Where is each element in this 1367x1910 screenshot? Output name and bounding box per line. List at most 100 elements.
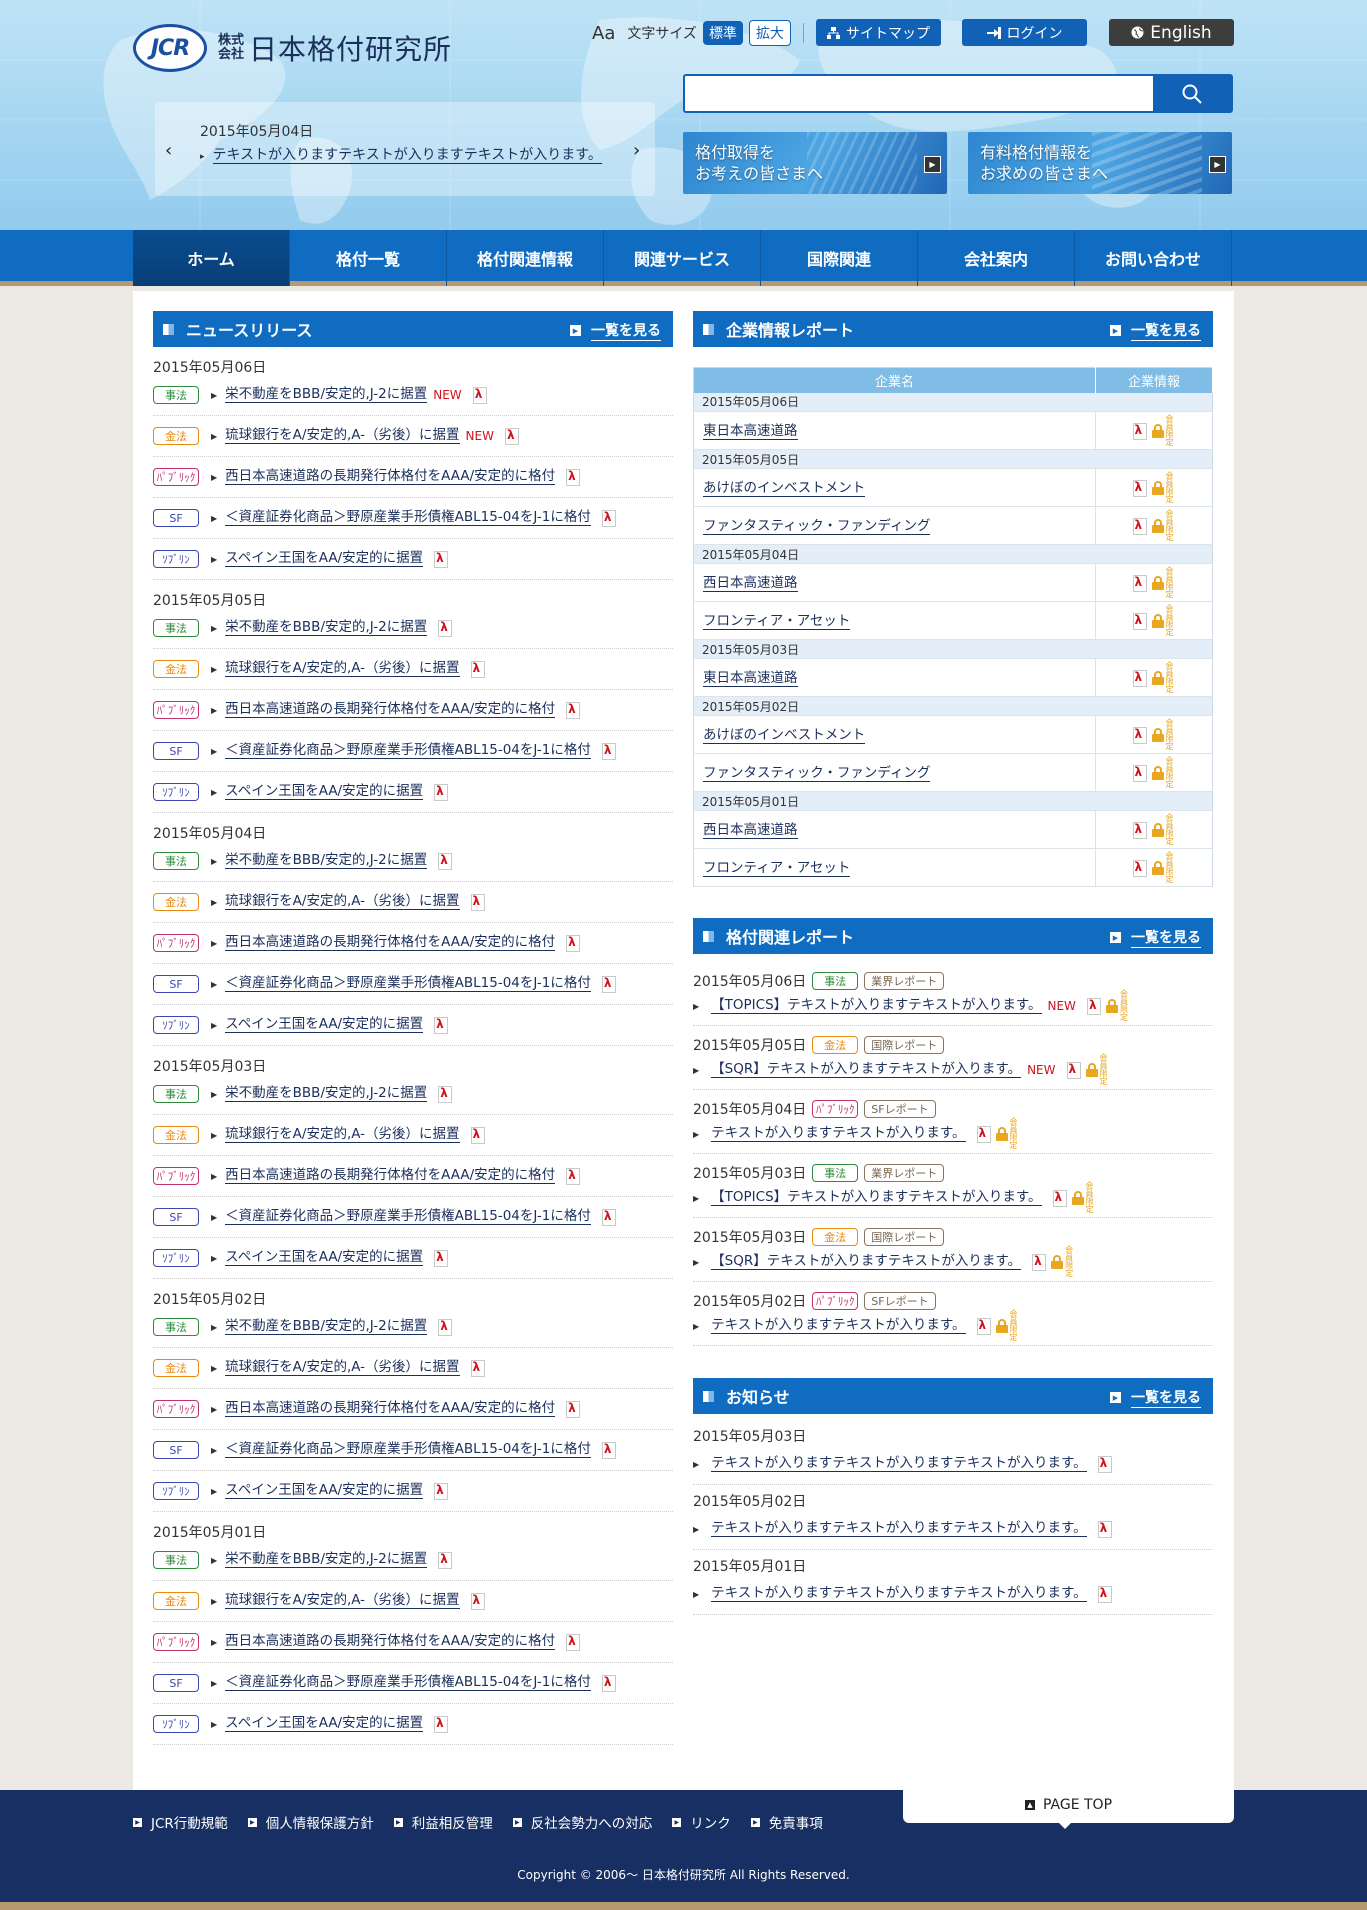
news-link[interactable]: ＜資産証券化商品＞野原産業手形債権ABL15-04をJ-1に格付 bbox=[225, 743, 591, 759]
news-link[interactable]: スペイン王国をAA/安定的に据置 bbox=[225, 551, 424, 567]
site-logo[interactable]: JCR 株式会社 日本格付研究所 bbox=[133, 24, 452, 72]
font-standard-button[interactable]: 標準 bbox=[702, 21, 743, 45]
news-link[interactable]: スペイン王国をAA/安定的に据置 bbox=[225, 1716, 424, 1732]
pdf-icon[interactable] bbox=[433, 784, 449, 801]
news-link[interactable]: ＜資産証券化商品＞野原産業手形債権ABL15-04をJ-1に格付 bbox=[225, 1209, 591, 1225]
pdf-icon[interactable] bbox=[601, 1442, 616, 1459]
pdf-icon[interactable] bbox=[1086, 998, 1101, 1015]
news-link[interactable]: 西日本高速道路の長期発行体格付をAAA/安定的に格付 bbox=[225, 1634, 556, 1650]
pdf-icon[interactable] bbox=[470, 1593, 485, 1610]
footer-link[interactable]: ▶ 反社会勢力への対応 bbox=[512, 1812, 652, 1832]
news-link[interactable]: 西日本高速道路の長期発行体格付をAAA/安定的に格付 bbox=[225, 1401, 556, 1417]
news-link[interactable]: 琉球銀行をA/安定的,A-（劣後）に据置 bbox=[225, 1127, 460, 1143]
news-link[interactable]: 西日本高速道路の長期発行体格付をAAA/安定的に格付 bbox=[225, 1168, 556, 1184]
report-link[interactable]: 【TOPICS】テキストが入りますテキストが入ります。 bbox=[711, 998, 1042, 1014]
pdf-icon[interactable] bbox=[601, 510, 616, 527]
pdf-icon[interactable] bbox=[601, 743, 616, 760]
news-link[interactable]: 栄不動産をBBB/安定的,J-2に据置 bbox=[225, 1319, 428, 1335]
pdf-icon[interactable] bbox=[433, 551, 449, 568]
company-link[interactable]: ファンタスティック・ファンディング bbox=[703, 764, 931, 782]
nav-item-1[interactable]: 格付一覧 bbox=[290, 230, 447, 286]
nav-item-2[interactable]: 格付関連情報 bbox=[447, 230, 604, 286]
news-link[interactable]: ＜資産証券化商品＞野原産業手形債権ABL15-04をJ-1に格付 bbox=[225, 1675, 591, 1691]
news-link[interactable]: ＜資産証券化商品＞野原産業手形債権ABL15-04をJ-1に格付 bbox=[225, 976, 591, 992]
news-link[interactable]: 西日本高速道路の長期発行体格付をAAA/安定的に格付 bbox=[225, 702, 556, 718]
news-link[interactable]: スペイン王国をAA/安定的に据置 bbox=[225, 784, 424, 800]
nav-item-4[interactable]: 国際関連 bbox=[761, 230, 918, 286]
company-link[interactable]: 東日本高速道路 bbox=[703, 669, 798, 687]
pdf-icon[interactable] bbox=[437, 1552, 453, 1569]
pdf-icon[interactable] bbox=[1132, 821, 1147, 839]
news-link[interactable]: 栄不動産をBBB/安定的,J-2に据置 bbox=[225, 1552, 428, 1568]
pdf-icon[interactable] bbox=[1132, 479, 1147, 497]
pdf-icon[interactable] bbox=[601, 976, 616, 993]
pdf-icon[interactable] bbox=[565, 702, 581, 719]
pdf-icon[interactable] bbox=[976, 1126, 991, 1143]
rating-report-more-link[interactable]: ▶ 一覧を見る bbox=[1110, 927, 1201, 948]
report-link[interactable]: テキストが入りますテキストが入ります。 bbox=[711, 1126, 966, 1142]
ticker-next-icon[interactable]: › bbox=[633, 140, 640, 161]
pdf-icon[interactable] bbox=[437, 620, 453, 637]
pdf-icon[interactable] bbox=[565, 1168, 581, 1185]
pdf-icon[interactable] bbox=[601, 1209, 616, 1226]
nav-item-0[interactable]: ホーム bbox=[133, 230, 290, 286]
pdf-icon[interactable] bbox=[437, 1086, 453, 1103]
footer-link[interactable]: ▶ 利益相反管理 bbox=[393, 1812, 493, 1832]
pdf-icon[interactable] bbox=[976, 1318, 991, 1335]
news-link[interactable]: スペイン王国をAA/安定的に据置 bbox=[225, 1483, 424, 1499]
nav-item-3[interactable]: 関連サービス bbox=[604, 230, 761, 286]
company-link[interactable]: あけぼのインベストメント bbox=[703, 479, 866, 497]
report-link[interactable]: 【TOPICS】テキストが入りますテキストが入ります。 bbox=[711, 1190, 1042, 1206]
news-link[interactable]: 西日本高速道路の長期発行体格付をAAA/安定的に格付 bbox=[225, 469, 556, 485]
pdf-icon[interactable] bbox=[470, 1127, 485, 1144]
company-link[interactable]: フロンティア・アセット bbox=[703, 612, 851, 630]
company-link[interactable]: フロンティア・アセット bbox=[703, 859, 851, 877]
report-link[interactable]: テキストが入りますテキストが入ります。 bbox=[711, 1318, 966, 1334]
pdf-icon[interactable] bbox=[1132, 422, 1147, 440]
search-input[interactable] bbox=[685, 76, 1155, 111]
notice-link[interactable]: テキストが入りますテキストが入りますテキストが入ります。 bbox=[711, 1456, 1087, 1472]
pdf-icon[interactable] bbox=[433, 1017, 449, 1034]
notices-more-link[interactable]: ▶ 一覧を見る bbox=[1110, 1387, 1201, 1408]
news-link[interactable]: 栄不動産をBBB/安定的,J-2に据置 bbox=[225, 387, 428, 403]
pdf-icon[interactable] bbox=[1097, 1586, 1112, 1603]
pdf-icon[interactable] bbox=[433, 1250, 449, 1267]
news-link[interactable]: 琉球銀行をA/安定的,A-（劣後）に据置 bbox=[225, 428, 460, 444]
pdf-icon[interactable] bbox=[565, 1634, 581, 1651]
pdf-icon[interactable] bbox=[433, 1483, 449, 1500]
english-button[interactable]: English bbox=[1109, 19, 1234, 46]
pdf-icon[interactable] bbox=[1132, 859, 1147, 877]
pdf-icon[interactable] bbox=[504, 428, 519, 445]
news-link[interactable]: 琉球銀行をA/安定的,A-（劣後）に据置 bbox=[225, 1593, 460, 1609]
company-link[interactable]: あけぼのインベストメント bbox=[703, 726, 866, 744]
banner-rating-acquisition[interactable]: 格付取得を お考えの皆さまへ ▶ bbox=[683, 132, 947, 194]
pdf-icon[interactable] bbox=[601, 1675, 616, 1692]
news-link[interactable]: ＜資産証券化商品＞野原産業手形債権ABL15-04をJ-1に格付 bbox=[225, 1442, 591, 1458]
pdf-icon[interactable] bbox=[1132, 764, 1147, 782]
pdf-icon[interactable] bbox=[1132, 669, 1147, 687]
pdf-icon[interactable] bbox=[433, 1716, 449, 1733]
login-button[interactable]: ログイン bbox=[962, 19, 1087, 46]
news-link[interactable]: 西日本高速道路の長期発行体格付をAAA/安定的に格付 bbox=[225, 935, 556, 951]
ticker-prev-icon[interactable]: ‹ bbox=[165, 140, 172, 161]
sitemap-button[interactable]: サイトマップ bbox=[816, 19, 941, 46]
font-large-button[interactable]: 拡大 bbox=[748, 20, 791, 46]
news-link[interactable]: スペイン王国をAA/安定的に据置 bbox=[225, 1017, 424, 1033]
company-link[interactable]: 東日本高速道路 bbox=[703, 422, 798, 440]
pdf-icon[interactable] bbox=[1052, 1190, 1067, 1207]
news-link[interactable]: 琉球銀行をA/安定的,A-（劣後）に据置 bbox=[225, 894, 460, 910]
pdf-icon[interactable] bbox=[1132, 612, 1147, 630]
page-top-button[interactable]: ▲ PAGE TOP bbox=[903, 1787, 1234, 1829]
nav-item-6[interactable]: お問い合わせ bbox=[1075, 230, 1232, 286]
ticker-link[interactable]: テキストが入りますテキストが入りますテキストが入ります。 bbox=[200, 144, 602, 164]
notice-link[interactable]: テキストが入りますテキストが入りますテキストが入ります。 bbox=[711, 1521, 1087, 1537]
pdf-icon[interactable] bbox=[1132, 726, 1147, 744]
news-link[interactable]: 栄不動産をBBB/安定的,J-2に据置 bbox=[225, 1086, 428, 1102]
footer-link[interactable]: ▶ 免責事項 bbox=[750, 1812, 823, 1832]
pdf-icon[interactable] bbox=[1031, 1254, 1047, 1271]
pdf-icon[interactable] bbox=[470, 1360, 485, 1377]
footer-link[interactable]: ▶ 個人情報保護方針 bbox=[247, 1812, 374, 1832]
pdf-icon[interactable] bbox=[1097, 1456, 1112, 1473]
news-link[interactable]: ＜資産証券化商品＞野原産業手形債権ABL15-04をJ-1に格付 bbox=[225, 510, 591, 526]
pdf-icon[interactable] bbox=[470, 661, 485, 678]
